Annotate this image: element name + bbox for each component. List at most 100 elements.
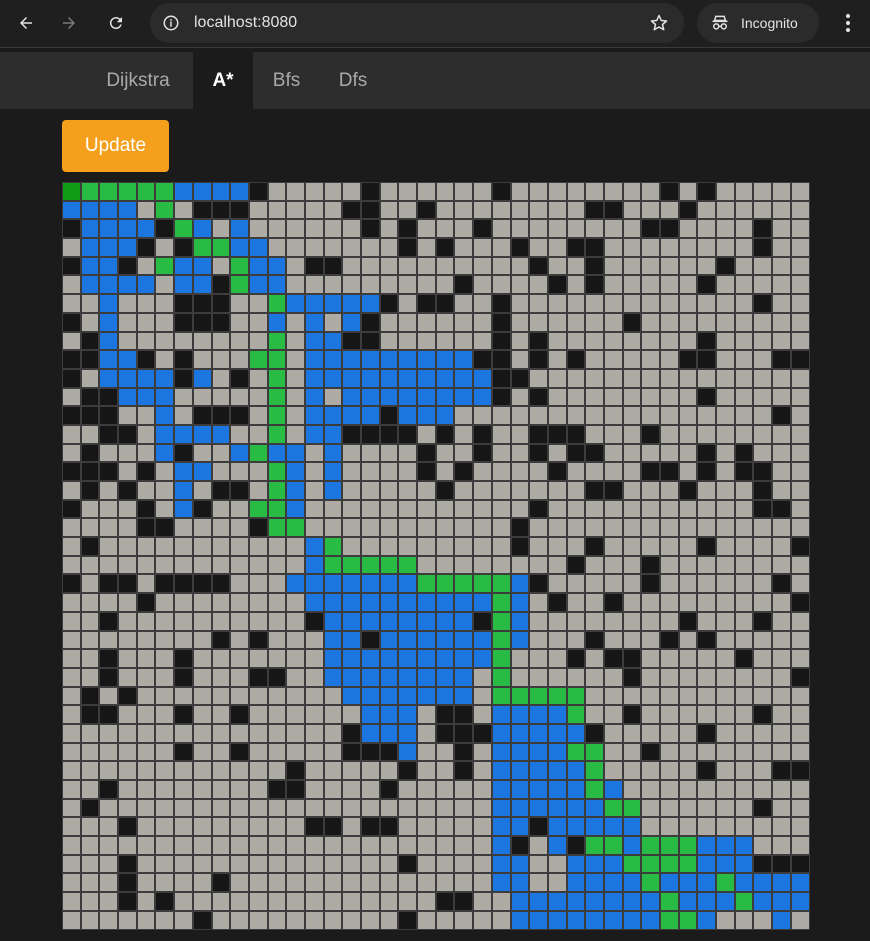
grid-cell-empty[interactable] xyxy=(585,350,604,369)
grid-cell-empty[interactable] xyxy=(641,331,660,351)
grid-cell-empty[interactable] xyxy=(622,387,642,407)
grid-cell-empty[interactable] xyxy=(716,275,735,295)
grid-cell-path[interactable] xyxy=(566,705,586,724)
grid-cell-empty[interactable] xyxy=(753,593,773,612)
grid-cell-empty[interactable] xyxy=(211,350,231,369)
grid-cell-wall[interactable] xyxy=(417,462,436,481)
grid-cell-visited[interactable] xyxy=(753,873,773,893)
grid-cell-empty[interactable] xyxy=(790,705,810,724)
grid-cell-empty[interactable] xyxy=(379,182,399,201)
grid-cell-empty[interactable] xyxy=(641,481,660,500)
grid-cell-wall[interactable] xyxy=(529,817,548,837)
grid-cell-empty[interactable] xyxy=(80,667,100,687)
grid-cell-empty[interactable] xyxy=(790,780,810,799)
grid-cell-empty[interactable] xyxy=(62,649,81,668)
grid-cell-path[interactable] xyxy=(603,836,623,855)
grid-cell-empty[interactable] xyxy=(622,499,642,519)
grid-cell-empty[interactable] xyxy=(323,238,343,257)
grid-cell-empty[interactable] xyxy=(174,630,193,650)
grid-cell-empty[interactable] xyxy=(678,780,698,799)
grid-cell-visited[interactable] xyxy=(566,892,586,911)
grid-cell-wall[interactable] xyxy=(566,443,586,463)
grid-cell-wall[interactable] xyxy=(99,406,119,425)
grid-cell-path[interactable] xyxy=(678,854,698,874)
grid-cell-empty[interactable] xyxy=(323,182,343,201)
grid-cell-empty[interactable] xyxy=(118,312,137,332)
grid-cell-empty[interactable] xyxy=(62,555,81,575)
grid-cell-wall[interactable] xyxy=(753,462,773,481)
grid-cell-visited[interactable] xyxy=(398,630,418,650)
grid-cell-path[interactable] xyxy=(248,443,268,463)
grid-cell-empty[interactable] xyxy=(753,518,773,538)
grid-cell-empty[interactable] xyxy=(192,742,212,762)
grid-cell-visited[interactable] xyxy=(398,686,418,706)
grid-cell-wall[interactable] xyxy=(566,238,586,257)
grid-cell-empty[interactable] xyxy=(772,630,791,650)
grid-cell-wall[interactable] xyxy=(192,910,212,930)
grid-cell-empty[interactable] xyxy=(62,275,81,295)
grid-cell-visited[interactable] xyxy=(342,667,361,687)
grid-cell-path[interactable] xyxy=(267,350,287,369)
grid-cell-empty[interactable] xyxy=(155,667,175,687)
grid-cell-wall[interactable] xyxy=(192,406,212,425)
grid-cell-empty[interactable] xyxy=(118,331,137,351)
grid-cell-empty[interactable] xyxy=(678,368,698,388)
grid-cell-visited[interactable] xyxy=(547,892,567,911)
grid-cell-empty[interactable] xyxy=(136,705,156,724)
grid-cell-empty[interactable] xyxy=(80,836,100,855)
grid-cell-visited[interactable] xyxy=(510,892,530,911)
grid-cell-wall[interactable] xyxy=(790,761,810,780)
grid-cell-empty[interactable] xyxy=(99,499,119,519)
grid-cell-wall[interactable] xyxy=(697,462,717,481)
grid-cell-empty[interactable] xyxy=(660,798,679,818)
grid-cell-visited[interactable] xyxy=(491,742,511,762)
grid-cell-empty[interactable] xyxy=(379,331,399,351)
grid-cell-empty[interactable] xyxy=(304,761,324,780)
grid-cell-wall[interactable] xyxy=(585,238,604,257)
grid-cell-visited[interactable] xyxy=(790,873,810,893)
grid-cell-visited[interactable] xyxy=(398,723,418,743)
grid-cell-wall[interactable] xyxy=(80,331,100,351)
grid-cell-empty[interactable] xyxy=(772,742,791,762)
grid-cell-wall[interactable] xyxy=(417,294,436,313)
grid-cell-empty[interactable] xyxy=(62,742,81,762)
grid-cell-path[interactable] xyxy=(454,574,474,594)
grid-cell-empty[interactable] xyxy=(566,331,586,351)
grid-cell-empty[interactable] xyxy=(790,723,810,743)
grid-cell-wall[interactable] xyxy=(529,331,548,351)
grid-cell-path[interactable] xyxy=(510,686,530,706)
grid-cell-wall[interactable] xyxy=(286,761,305,780)
back-button[interactable] xyxy=(11,8,41,38)
grid-cell-empty[interactable] xyxy=(192,387,212,407)
grid-cell-empty[interactable] xyxy=(716,574,735,594)
grid-cell-visited[interactable] xyxy=(547,723,567,743)
grid-cell-visited[interactable] xyxy=(678,873,698,893)
grid-cell-empty[interactable] xyxy=(323,705,343,724)
grid-cell-empty[interactable] xyxy=(435,798,455,818)
grid-cell-empty[interactable] xyxy=(435,443,455,463)
grid-cell-path[interactable] xyxy=(80,182,100,201)
grid-cell-path[interactable] xyxy=(641,873,660,893)
grid-cell-empty[interactable] xyxy=(435,462,455,481)
grid-cell-visited[interactable] xyxy=(379,705,399,724)
grid-cell-empty[interactable] xyxy=(678,256,698,276)
grid-cell-empty[interactable] xyxy=(566,406,586,425)
grid-cell-visited[interactable] xyxy=(99,256,119,276)
grid-cell-visited[interactable] xyxy=(248,256,268,276)
grid-cell-empty[interactable] xyxy=(622,518,642,538)
grid-cell-empty[interactable] xyxy=(211,892,231,911)
grid-cell-empty[interactable] xyxy=(772,686,791,706)
grid-cell-visited[interactable] xyxy=(342,630,361,650)
grid-cell-empty[interactable] xyxy=(323,518,343,538)
grid-cell-visited[interactable] xyxy=(491,798,511,818)
grid-cell-empty[interactable] xyxy=(734,667,754,687)
grid-cell-path[interactable] xyxy=(248,499,268,519)
grid-cell-wall[interactable] xyxy=(136,238,156,257)
grid-cell-empty[interactable] xyxy=(734,630,754,650)
grid-cell-empty[interactable] xyxy=(435,742,455,762)
grid-cell-visited[interactable] xyxy=(790,892,810,911)
grid-cell-empty[interactable] xyxy=(361,537,380,556)
grid-cell-empty[interactable] xyxy=(603,294,623,313)
grid-cell-wall[interactable] xyxy=(211,481,231,500)
grid-cell-empty[interactable] xyxy=(510,462,530,481)
